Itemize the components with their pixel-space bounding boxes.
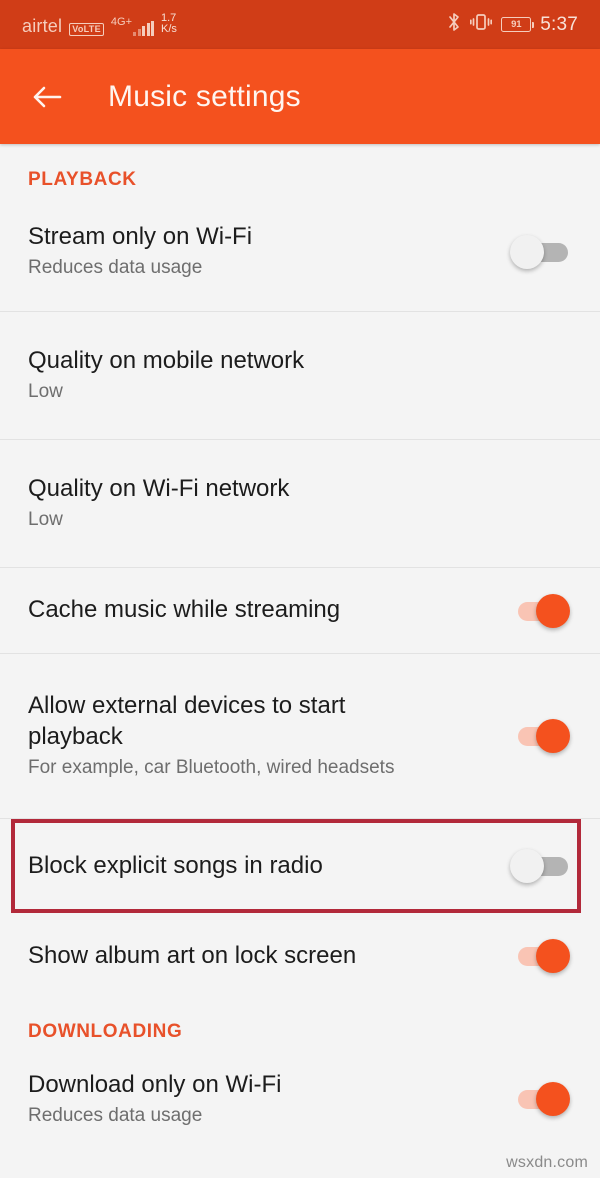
- clock-label: 5:37: [540, 14, 578, 35]
- battery-icon: 91: [501, 17, 535, 32]
- row-subtitle: Reduces data usage: [28, 257, 203, 279]
- bluetooth-icon: [447, 12, 461, 37]
- row-text: Quality on mobile network Low: [28, 346, 570, 404]
- data-speed-value: 1.7: [161, 11, 177, 24]
- carrier-label: airtel: [22, 16, 63, 37]
- row-text: Quality on Wi-Fi network Low: [28, 474, 570, 532]
- row-title: Cache music while streaming: [28, 596, 341, 624]
- volte-badge: VoLTE: [69, 22, 104, 37]
- row-cache-music-while-streaming[interactable]: Cache music while streaming: [0, 568, 600, 654]
- settings-list: PLAYBACK Stream only on Wi-Fi Reduces da…: [0, 144, 600, 1149]
- toggle-block-explicit-songs[interactable]: [510, 849, 570, 883]
- toggle-cache-music-while-streaming[interactable]: [510, 593, 570, 628]
- row-title: Quality on mobile network: [28, 347, 305, 375]
- row-text: Show album art on lock screen: [28, 941, 510, 972]
- phone-screen: airtel VoLTE 4G+ 1.7 K/s 91 5:37 Music s…: [0, 0, 600, 1178]
- row-allow-external-devices[interactable]: Allow external devices to start playback…: [0, 654, 600, 819]
- toggle-allow-external-devices[interactable]: [510, 719, 570, 753]
- row-text: Block explicit songs in radio: [28, 851, 510, 882]
- section-header-playback: PLAYBACK: [28, 169, 137, 190]
- app-bar: Music settings: [0, 49, 600, 144]
- section-header-downloading: DOWNLOADING: [28, 1021, 183, 1042]
- row-show-album-art[interactable]: Show album art on lock screen: [0, 913, 600, 999]
- row-title: Block explicit songs in radio: [28, 851, 323, 879]
- back-arrow-icon[interactable]: [30, 80, 64, 114]
- row-text: Download only on Wi-Fi Reduces data usag…: [28, 1070, 510, 1128]
- row-title: Show album art on lock screen: [28, 941, 357, 969]
- row-subtitle: Reduces data usage: [28, 1104, 203, 1126]
- signal-strength-icon: 4G+: [110, 16, 154, 37]
- vibrate-icon: [470, 12, 493, 37]
- row-title: Quality on Wi-Fi network: [28, 475, 290, 503]
- row-title: Allow external devices to start playback: [28, 692, 346, 751]
- signal-bars-icon: [133, 21, 154, 37]
- row-text: Allow external devices to start playback…: [28, 691, 458, 780]
- status-bar-right: 91 5:37: [447, 12, 578, 37]
- watermark-label: wsxdn.com: [506, 1154, 588, 1171]
- row-download-only-on-wifi[interactable]: Download only on Wi-Fi Reduces data usag…: [0, 1049, 600, 1149]
- row-quality-mobile-network[interactable]: Quality on mobile network Low: [0, 312, 600, 440]
- status-bar-left: airtel VoLTE 4G+ 1.7 K/s: [22, 11, 177, 37]
- status-bar: airtel VoLTE 4G+ 1.7 K/s 91 5:37: [0, 0, 600, 49]
- row-title: Download only on Wi-Fi: [28, 1070, 282, 1098]
- row-text: Cache music while streaming: [28, 595, 510, 626]
- highlighted-setting-wrapper: Block explicit songs in radio: [0, 819, 600, 913]
- row-stream-only-on-wifi[interactable]: Stream only on Wi-Fi Reduces data usage: [0, 192, 600, 312]
- network-type-label: 4G+: [110, 16, 132, 29]
- data-speed-unit: K/s: [161, 23, 177, 35]
- row-quality-wifi-network[interactable]: Quality on Wi-Fi network Low: [0, 440, 600, 568]
- data-speed-indicator: 1.7 K/s: [161, 11, 177, 36]
- row-block-explicit-songs[interactable]: Block explicit songs in radio: [0, 819, 600, 913]
- row-text: Stream only on Wi-Fi Reduces data usage: [28, 222, 510, 280]
- page-title: Music settings: [108, 79, 301, 113]
- toggle-download-only-on-wifi[interactable]: [510, 1082, 570, 1116]
- battery-percent-label: 91: [511, 19, 522, 30]
- row-value: Low: [28, 381, 63, 403]
- toggle-show-album-art[interactable]: [510, 939, 570, 973]
- row-subtitle: For example, car Bluetooth, wired headse…: [28, 756, 395, 778]
- row-title: Stream only on Wi-Fi: [28, 223, 253, 251]
- row-value: Low: [28, 509, 63, 531]
- toggle-stream-only-on-wifi[interactable]: [510, 234, 570, 269]
